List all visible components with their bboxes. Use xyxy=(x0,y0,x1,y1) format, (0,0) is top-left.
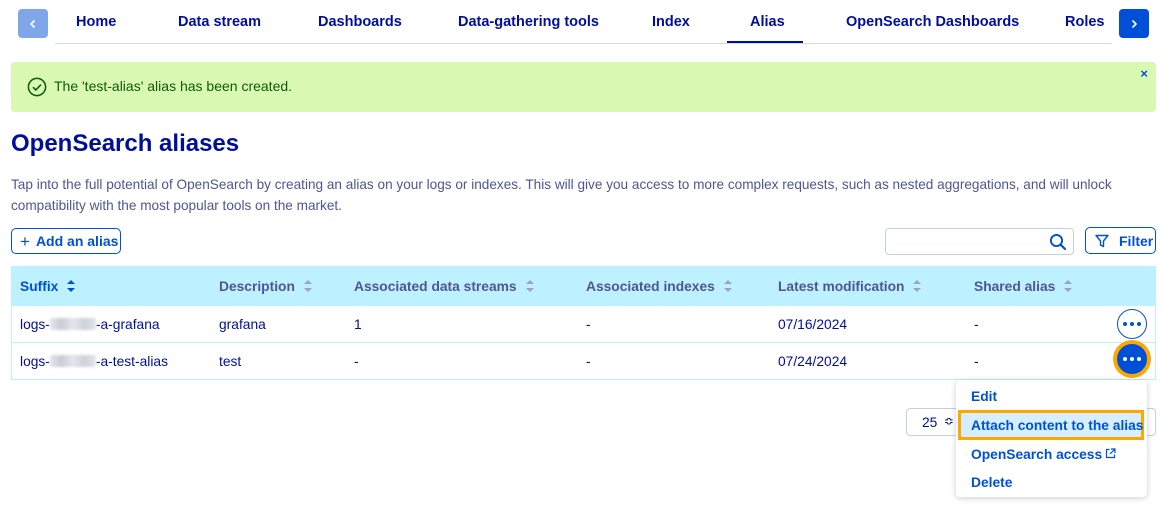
tab-dashboards[interactable]: Dashboards xyxy=(318,14,402,30)
search-field xyxy=(885,228,1074,255)
active-tab-indicator xyxy=(727,41,803,43)
success-banner: The 'test-alias' alias has been created.… xyxy=(11,62,1156,112)
banner-message: The 'test-alias' alias has been created. xyxy=(54,78,293,94)
scroll-right-button[interactable] xyxy=(1119,9,1149,38)
filter-button[interactable]: Filter xyxy=(1085,227,1156,254)
tab-data-gathering-tools[interactable]: Data-gathering tools xyxy=(458,14,599,30)
column-header-data-streams[interactable]: Associated data streams xyxy=(354,279,534,294)
menu-item-attach-content[interactable]: Attach content to the alias xyxy=(958,410,1144,440)
funnel-icon xyxy=(1095,234,1109,247)
page-title: OpenSearch aliases xyxy=(11,130,240,157)
aliases-table: Suffix Description Associated data strea… xyxy=(11,266,1156,380)
column-header-latest-modification[interactable]: Latest modification xyxy=(778,279,922,294)
tab-opensearch-dashboards[interactable]: OpenSearch Dashboards xyxy=(846,14,1019,30)
redacted-id xyxy=(49,355,96,367)
sort-icon xyxy=(913,280,922,292)
tab-home[interactable]: Home xyxy=(76,14,116,30)
menu-item-edit[interactable]: Edit xyxy=(971,389,997,404)
sort-icon xyxy=(303,280,312,292)
ellipsis-icon xyxy=(1123,357,1127,361)
cell-suffix: logs- -a-grafana xyxy=(20,317,160,332)
cell-suffix: logs- -a-test-alias xyxy=(20,354,168,369)
row-actions-button-active[interactable] xyxy=(1117,344,1147,374)
page-size-value: 25 xyxy=(922,415,938,430)
cell-data-streams: - xyxy=(354,354,359,369)
sort-icon xyxy=(723,280,732,292)
search-input[interactable] xyxy=(892,229,1042,254)
tab-index[interactable]: Index xyxy=(652,14,690,30)
row-actions-button[interactable] xyxy=(1117,309,1147,339)
column-header-description[interactable]: Description xyxy=(219,279,312,294)
cell-shared-alias: - xyxy=(974,354,979,369)
table-row: logs- -a-grafana grafana 1 - 07/16/2024 - xyxy=(12,305,1155,342)
tab-alias[interactable]: Alias xyxy=(750,14,785,30)
column-header-indexes[interactable]: Associated indexes xyxy=(586,279,732,294)
search-icon[interactable] xyxy=(1049,233,1067,251)
tab-data-stream[interactable]: Data stream xyxy=(178,14,261,30)
tab-roles[interactable]: Roles xyxy=(1065,14,1105,30)
chevron-left-icon xyxy=(29,19,36,28)
top-navigation: Home Data stream Dashboards Data-gatheri… xyxy=(0,0,1165,48)
up-down-arrows-icon: ≎ xyxy=(944,414,955,428)
check-circle-icon xyxy=(27,77,47,97)
ellipsis-icon xyxy=(1123,322,1127,326)
chevron-right-icon xyxy=(1131,19,1138,28)
sort-icon xyxy=(525,280,534,292)
menu-item-delete[interactable]: Delete xyxy=(971,475,1012,490)
scroll-left-button[interactable] xyxy=(18,9,48,38)
add-alias-label: Add an alias xyxy=(35,233,119,249)
sort-icon xyxy=(1064,280,1073,292)
cell-indexes: - xyxy=(586,317,591,332)
cell-description: test xyxy=(219,354,242,369)
cell-latest-modification: 07/24/2024 xyxy=(778,354,848,369)
page-description: Tap into the full potential of OpenSearc… xyxy=(11,177,1112,213)
row-action-menu: Edit Attach content to the alias OpenSea… xyxy=(956,380,1147,497)
cell-description: grafana xyxy=(219,317,266,332)
redacted-id xyxy=(49,318,96,330)
add-alias-button[interactable]: + Add an alias xyxy=(11,228,121,254)
cell-data-streams: 1 xyxy=(354,317,362,332)
column-header-shared-alias[interactable]: Shared alias xyxy=(974,279,1073,294)
external-link-icon xyxy=(1106,448,1116,459)
table-header: Suffix Description Associated data strea… xyxy=(12,267,1155,305)
menu-item-opensearch-access[interactable]: OpenSearch access xyxy=(971,447,1116,462)
column-header-suffix[interactable]: Suffix xyxy=(20,279,76,294)
table-row: logs- -a-test-alias test - - 07/24/2024 - xyxy=(12,342,1155,379)
tab-list: Home Data stream Dashboards Data-gatheri… xyxy=(55,0,1112,44)
cell-indexes: - xyxy=(586,354,591,369)
cell-latest-modification: 07/16/2024 xyxy=(778,317,848,332)
sort-icon xyxy=(67,280,76,292)
plus-icon: + xyxy=(20,231,30,251)
close-icon[interactable]: × xyxy=(1140,66,1148,81)
cell-shared-alias: - xyxy=(974,317,979,332)
filter-label: Filter xyxy=(1119,232,1154,249)
